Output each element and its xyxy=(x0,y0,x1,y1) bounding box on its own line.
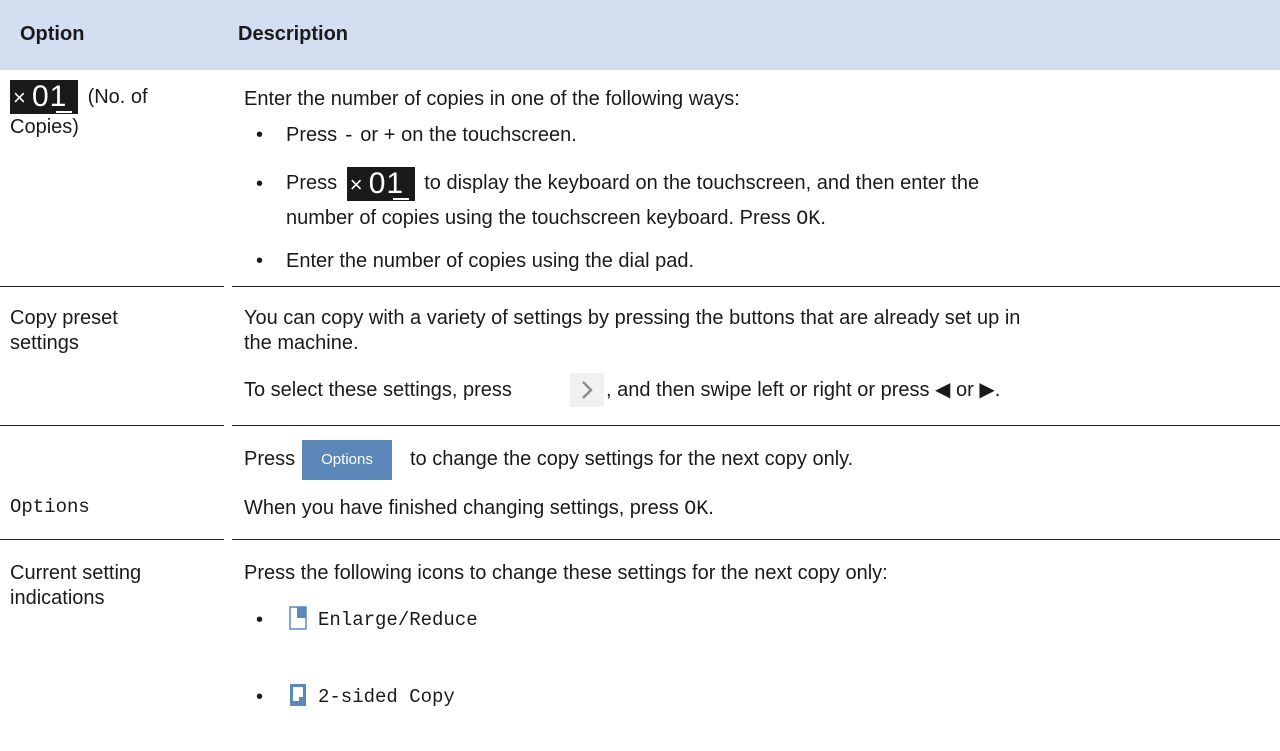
row-description: You can copy with a variety of settings … xyxy=(244,307,1021,329)
row-description: Press the following icons to change thes… xyxy=(244,562,888,584)
copies-badge-icon[interactable]: × 01 xyxy=(346,166,415,201)
option-label: settings xyxy=(10,332,79,354)
two-sided-copy-label: 2-sided Copy xyxy=(318,686,455,708)
option-label: Options xyxy=(10,496,90,518)
chevron-right-icon[interactable] xyxy=(570,373,604,407)
bullet: • xyxy=(256,686,264,708)
enlarge-reduce-icon[interactable] xyxy=(289,606,307,630)
list-item-continuation: number of copies using the touchscreen k… xyxy=(286,207,826,231)
enlarge-reduce-label: Enlarge/Reduce xyxy=(318,609,478,631)
list-item: Press - or + on the touchscreen. xyxy=(286,124,577,148)
row-description: Enter the number of copies in one of the… xyxy=(244,88,740,110)
column-header-description: Description xyxy=(238,23,349,45)
copies-badge-icon: × 01 xyxy=(10,80,78,114)
row-divider xyxy=(0,425,224,426)
bullet: • xyxy=(256,173,264,195)
bullet: • xyxy=(256,124,264,146)
ok-key: OK xyxy=(796,208,821,231)
table-header: Option Description xyxy=(0,0,1280,70)
row-description: , and then swipe left or right or press … xyxy=(606,379,1001,401)
ok-key: OK xyxy=(684,498,709,521)
option-label: Copies) xyxy=(10,116,79,138)
row-divider xyxy=(232,539,1280,540)
two-sided-copy-icon[interactable] xyxy=(289,683,307,707)
row-divider xyxy=(0,539,224,540)
column-header-option: Option xyxy=(20,23,85,45)
bullet: • xyxy=(256,250,264,272)
copies-option-cell: × 01 (No. of xyxy=(10,80,148,114)
option-label: indications xyxy=(10,587,105,609)
options-button[interactable]: Options xyxy=(302,440,392,480)
row-divider xyxy=(0,286,224,287)
option-label: Copy preset xyxy=(10,307,118,329)
row-description: to change the copy settings for the next… xyxy=(410,448,854,470)
list-item: Enter the number of copies using the dia… xyxy=(286,250,695,272)
row-divider xyxy=(232,425,1280,426)
row-description: Press xyxy=(244,448,296,470)
option-label: Current setting xyxy=(10,562,142,584)
row-description: To select these settings, press xyxy=(244,379,512,401)
bullet: • xyxy=(256,609,264,631)
row-description: When you have finished changing settings… xyxy=(244,497,714,521)
row-divider xyxy=(232,286,1280,287)
row-description: the machine. xyxy=(244,332,359,354)
list-item: Press × 01 to display the keyboard on th… xyxy=(286,166,980,201)
